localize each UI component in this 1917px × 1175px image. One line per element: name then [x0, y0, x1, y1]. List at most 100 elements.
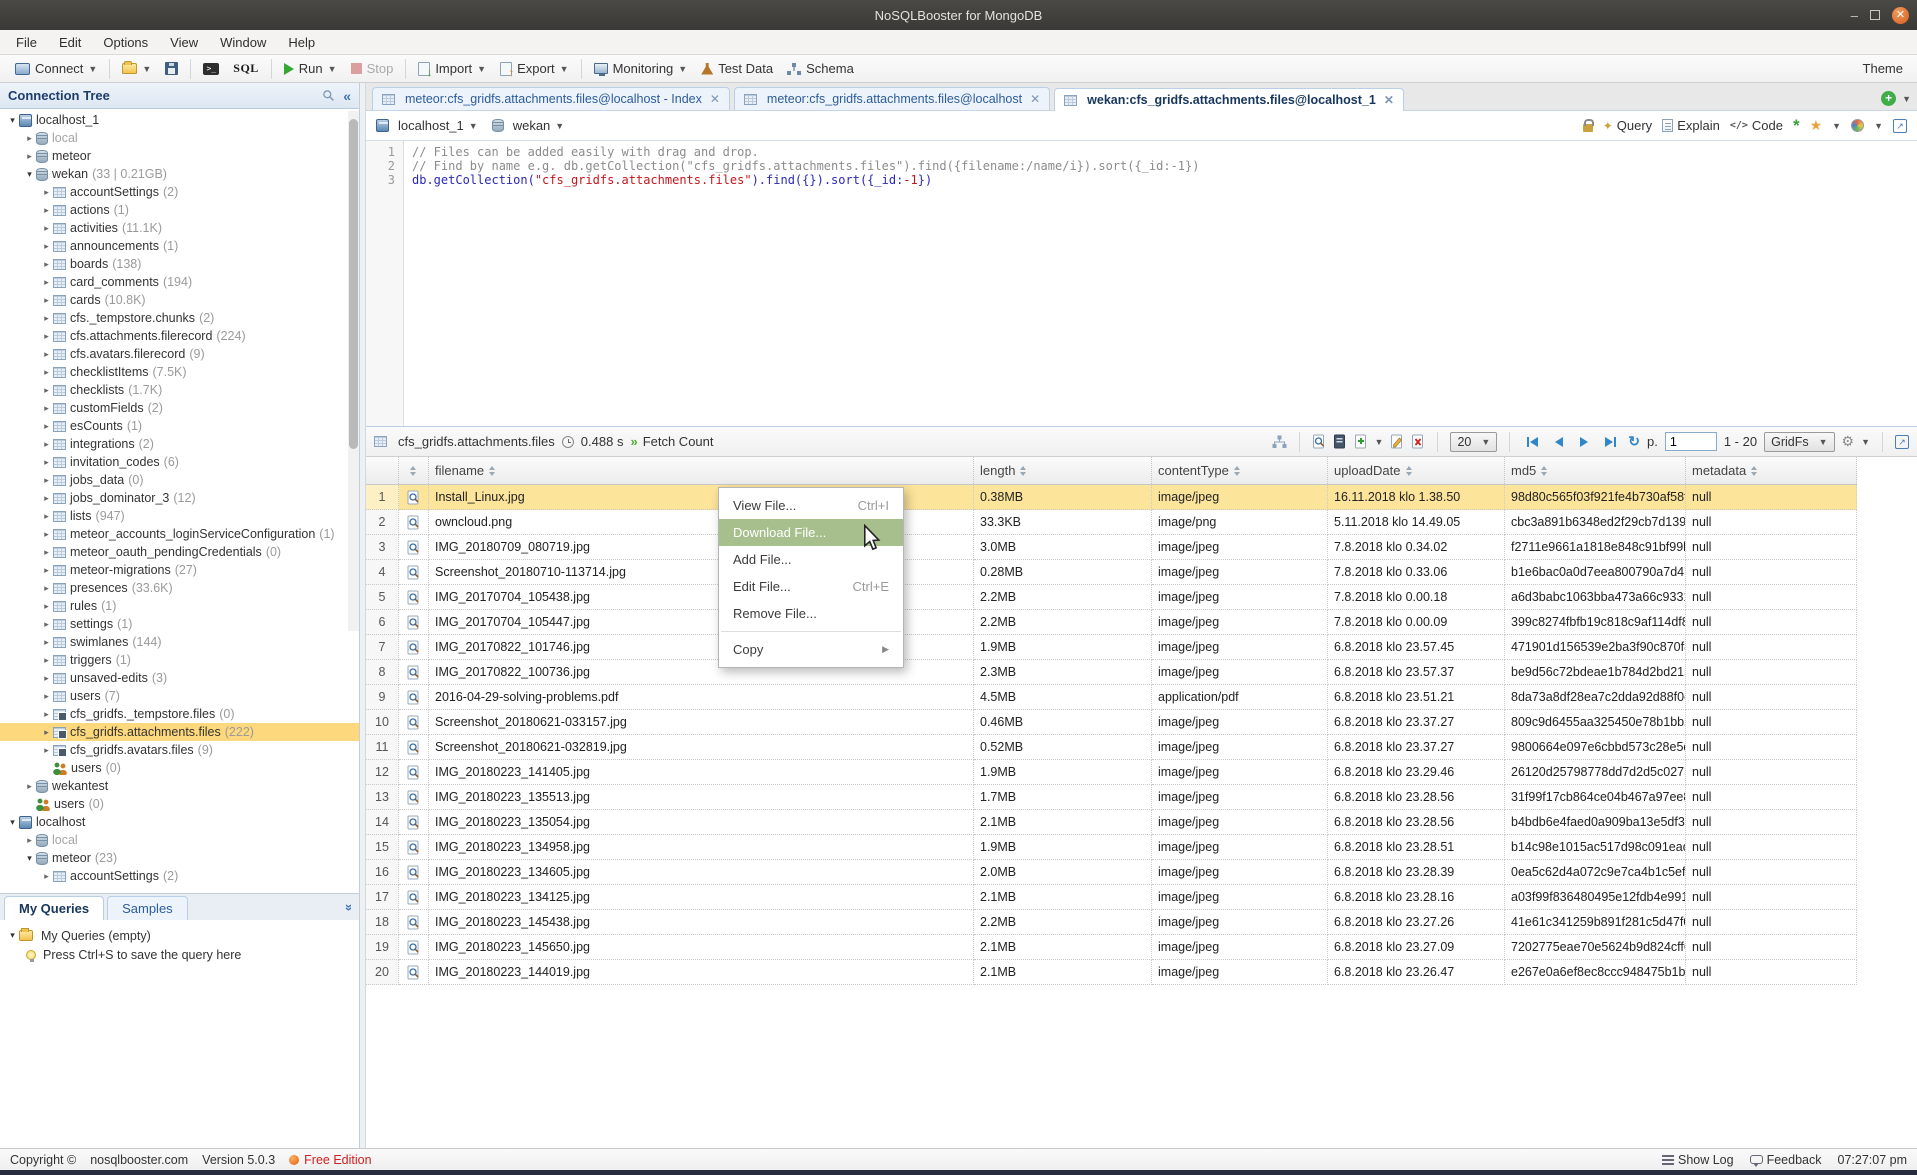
- tab-list-chevron-icon[interactable]: ▼: [1902, 94, 1911, 104]
- row-preview-cell[interactable]: [399, 560, 429, 585]
- expand-arrow-icon[interactable]: ▸: [40, 277, 53, 288]
- expand-arrow-icon[interactable]: ▸: [40, 475, 53, 486]
- table-row[interactable]: 18IMG_20180223_145438.jpg2.2MBimage/jpeg…: [366, 910, 1857, 935]
- run-button[interactable]: Run▼: [277, 59, 344, 78]
- color-wheel-icon[interactable]: [1851, 119, 1864, 132]
- tree-item[interactable]: ▸jobs_data(0): [0, 471, 359, 489]
- preview-file-icon[interactable]: [407, 540, 420, 555]
- expand-arrow-icon[interactable]: ▸: [40, 349, 53, 360]
- delete-document-icon[interactable]: [1411, 434, 1425, 449]
- lock-icon[interactable]: [1583, 124, 1593, 132]
- document-tab[interactable]: meteor:cfs_gridfs.attachments.files@loca…: [734, 87, 1050, 110]
- feedback-button[interactable]: Feedback: [1750, 1153, 1822, 1167]
- view-document-icon[interactable]: [1333, 434, 1347, 449]
- tree-item[interactable]: ▸meteor-migrations(27): [0, 561, 359, 579]
- expand-arrow-icon[interactable]: ▸: [40, 619, 53, 630]
- expand-arrow-icon[interactable]: ▾: [6, 115, 19, 126]
- expand-arrow-icon[interactable]: ▸: [40, 655, 53, 666]
- chevron-down-icon[interactable]: ▼: [1874, 121, 1883, 131]
- tree-item[interactable]: ▸announcements(1): [0, 237, 359, 255]
- row-preview-cell[interactable]: [399, 660, 429, 685]
- tree-item[interactable]: ▸lists(947): [0, 507, 359, 525]
- expand-arrow-icon[interactable]: ▸: [40, 295, 53, 306]
- expand-arrow-icon[interactable]: ▸: [40, 547, 53, 558]
- add-document-chevron-icon[interactable]: ▼: [1375, 437, 1384, 447]
- tab-close-icon[interactable]: ✕: [1030, 92, 1040, 106]
- minimize-button[interactable]: –: [1851, 9, 1858, 22]
- gear-chevron-icon[interactable]: ▼: [1861, 437, 1870, 447]
- code-button[interactable]: </> Code: [1730, 118, 1783, 133]
- row-preview-cell[interactable]: [399, 485, 429, 510]
- column-header-md5[interactable]: md5: [1505, 457, 1686, 484]
- tree-item[interactable]: ▸jobs_dominator_3(12): [0, 489, 359, 507]
- row-preview-cell[interactable]: [399, 510, 429, 535]
- row-preview-cell[interactable]: [399, 960, 429, 985]
- row-preview-cell[interactable]: [399, 785, 429, 810]
- new-tab-button[interactable]: +: [1881, 91, 1896, 106]
- expand-arrow-icon[interactable]: ▸: [23, 781, 36, 792]
- tree-item[interactable]: ▸card_comments(194): [0, 273, 359, 291]
- collapse-panel-icon[interactable]: «: [340, 904, 355, 911]
- fetch-count-label[interactable]: Fetch Count: [643, 434, 714, 449]
- show-log-button[interactable]: Show Log: [1662, 1153, 1734, 1167]
- first-page-button[interactable]: [1522, 435, 1543, 449]
- row-preview-cell[interactable]: [399, 735, 429, 760]
- sort-icon[interactable]: [1234, 466, 1240, 476]
- tree-item[interactable]: ▸esCounts(1): [0, 417, 359, 435]
- star-icon[interactable]: ★: [1810, 117, 1823, 134]
- tree-item[interactable]: ▸accountSettings(2): [0, 183, 359, 201]
- close-button[interactable]: ✕: [1892, 7, 1909, 24]
- expand-arrow-icon[interactable]: ▸: [40, 367, 53, 378]
- row-preview-cell[interactable]: [399, 835, 429, 860]
- expand-arrow-icon[interactable]: ▸: [40, 583, 53, 594]
- row-preview-cell[interactable]: [399, 885, 429, 910]
- tree-item[interactable]: ▸meteor_accounts_loginServiceConfigurati…: [0, 525, 359, 543]
- page-number-input[interactable]: [1665, 432, 1717, 451]
- expand-arrow-icon[interactable]: ▸: [40, 331, 53, 342]
- my-queries-folder-row[interactable]: ▾ My Queries (empty): [6, 926, 353, 945]
- menu-item-options[interactable]: Options: [93, 32, 158, 53]
- preview-file-icon[interactable]: [407, 790, 420, 805]
- monitoring-button[interactable]: Monitoring▼: [587, 59, 695, 78]
- preview-file-icon[interactable]: [407, 565, 420, 580]
- preview-file-icon[interactable]: [407, 815, 420, 830]
- test-data-button[interactable]: Test Data: [694, 59, 780, 78]
- sql-button[interactable]: SQL: [226, 59, 266, 78]
- row-preview-cell[interactable]: [399, 610, 429, 635]
- tree-item[interactable]: ▸cfs._tempstore.chunks(2): [0, 309, 359, 327]
- menu-item-window[interactable]: Window: [210, 32, 276, 53]
- tree-item[interactable]: ▸cfs.attachments.filerecord(224): [0, 327, 359, 345]
- expand-arrow-icon[interactable]: ▸: [40, 205, 53, 216]
- tree-item[interactable]: ▸wekantest: [0, 777, 359, 795]
- expand-arrow-icon[interactable]: ▸: [40, 529, 53, 540]
- table-row[interactable]: 2owncloud.png33.3KBimage/png5.11.2018 kl…: [366, 510, 1857, 535]
- edit-document-icon[interactable]: [1390, 434, 1404, 449]
- expand-arrow-icon[interactable]: ▸: [40, 421, 53, 432]
- preview-file-icon[interactable]: [407, 765, 420, 780]
- sort-icon[interactable]: [1751, 466, 1757, 476]
- next-page-button[interactable]: [1575, 435, 1593, 449]
- expand-arrow-icon[interactable]: ▸: [40, 457, 53, 468]
- find-in-results-icon[interactable]: [1312, 434, 1326, 449]
- tree-item[interactable]: ▸settings(1): [0, 615, 359, 633]
- search-icon[interactable]: [322, 89, 335, 102]
- schema-button[interactable]: Schema: [780, 59, 861, 78]
- preview-file-icon[interactable]: [407, 615, 420, 630]
- preview-file-icon[interactable]: [407, 865, 420, 880]
- context-menu-item-edit-file[interactable]: Edit File...Ctrl+E: [719, 573, 903, 600]
- maximize-button[interactable]: [1870, 10, 1880, 20]
- table-row[interactable]: 92016-04-29-solving-problems.pdf4.5MBapp…: [366, 685, 1857, 710]
- tree-item[interactable]: ▸cfs.avatars.filerecord(9): [0, 345, 359, 363]
- row-preview-cell[interactable]: [399, 535, 429, 560]
- sidebar-tab-my-queries[interactable]: My Queries: [4, 896, 104, 920]
- column-header-uploadDate[interactable]: uploadDate: [1328, 457, 1505, 484]
- preview-file-icon[interactable]: [407, 965, 420, 980]
- page-size-select[interactable]: 20 ▼: [1450, 432, 1497, 452]
- tree-item[interactable]: ▸checklistItems(7.5K): [0, 363, 359, 381]
- tree-item[interactable]: ▸invitation_codes(6): [0, 453, 359, 471]
- table-row[interactable]: 16IMG_20180223_134605.jpg2.0MBimage/jpeg…: [366, 860, 1857, 885]
- preview-file-icon[interactable]: [407, 890, 420, 905]
- site-link[interactable]: nosqlbooster.com: [90, 1153, 188, 1167]
- tree-item[interactable]: ▸cfs_gridfs.avatars.files(9): [0, 741, 359, 759]
- table-row[interactable]: 14IMG_20180223_135054.jpg2.1MBimage/jpeg…: [366, 810, 1857, 835]
